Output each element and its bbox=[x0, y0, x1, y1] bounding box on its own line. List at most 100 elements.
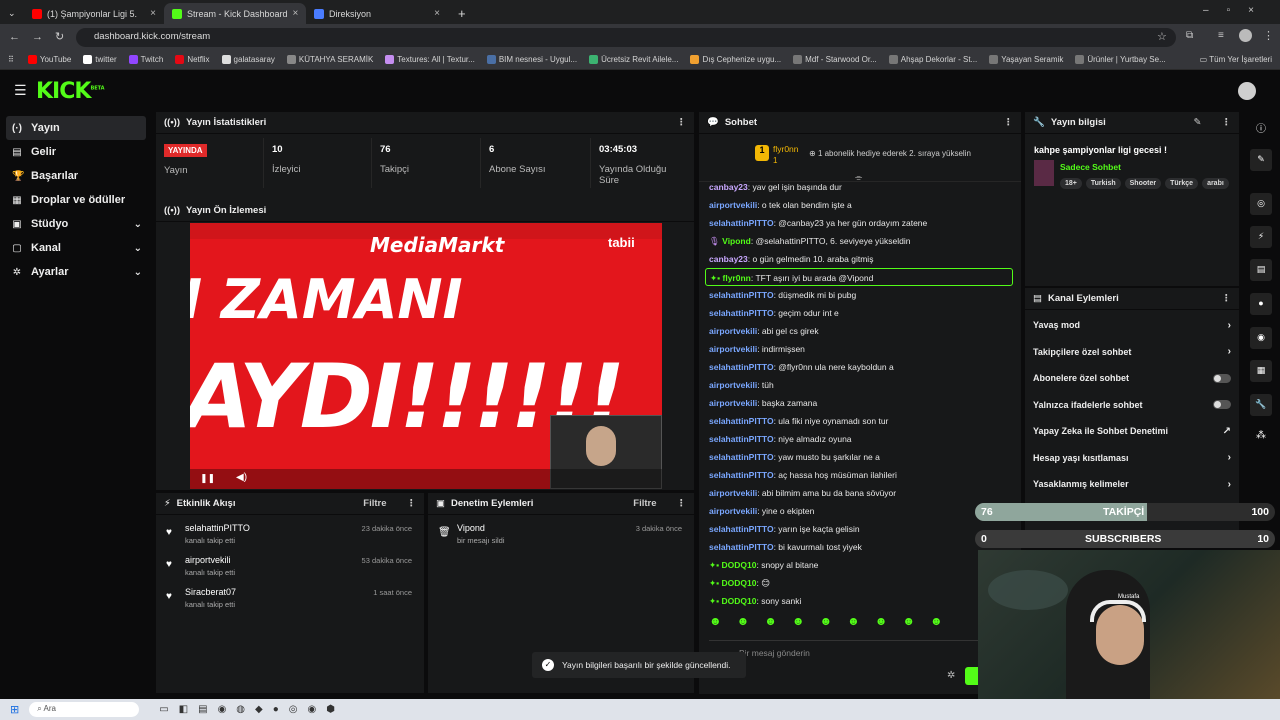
chat-username[interactable]: selahattinPITTO bbox=[709, 218, 774, 228]
chat-username[interactable]: DODQ10 bbox=[722, 560, 757, 570]
menu-icon[interactable]: ⋮ bbox=[1263, 29, 1274, 42]
chevron-down-icon[interactable]: ⌄ bbox=[134, 267, 142, 278]
chat-username[interactable]: selahattinPITTO bbox=[709, 362, 774, 372]
bookmark-item[interactable]: BIM nesnesi - Uygul... bbox=[486, 55, 577, 64]
sidebar-item-gelir[interactable]: ▤ Gelir bbox=[6, 140, 146, 164]
tab-list-button[interactable]: ⌄ bbox=[0, 3, 22, 24]
bookmark-item[interactable]: Ücretsiz Revit Ailele... bbox=[589, 55, 678, 64]
pause-icon[interactable]: ❚❚ bbox=[200, 473, 215, 484]
layers-icon[interactable]: ▦ bbox=[1250, 360, 1272, 382]
channel-action-row[interactable]: Hesap yaşı kısıtlaması › bbox=[1025, 445, 1239, 472]
gear-icon[interactable]: ✲ bbox=[947, 670, 955, 681]
bookmark-item[interactable]: twitter bbox=[83, 55, 117, 64]
chat-username[interactable]: selahattinPITTO bbox=[709, 308, 774, 318]
broadcast-icon[interactable]: ◉ bbox=[1250, 327, 1272, 349]
window-controls[interactable]: –▫× bbox=[1203, 5, 1272, 16]
apps-grid-icon[interactable]: ⠿ bbox=[8, 55, 14, 64]
windows-start-icon[interactable]: ⊞ bbox=[10, 703, 19, 716]
chat-username[interactable]: selahattinPITTO bbox=[709, 416, 774, 426]
volume-icon[interactable]: ◀) bbox=[236, 472, 247, 483]
stream-tag[interactable]: Turkish bbox=[1085, 178, 1121, 189]
user-avatar[interactable] bbox=[1238, 82, 1256, 100]
stream-tag[interactable]: 18+ bbox=[1060, 178, 1082, 189]
bolt-icon[interactable]: ⚡ bbox=[1250, 226, 1272, 248]
browser-tab-youtube[interactable]: (1) Şampiyonlar Ligi 5. Haft × bbox=[24, 3, 164, 24]
video-controls[interactable]: ❚❚ ◀) bbox=[190, 469, 662, 489]
sidebar-item-ayarlar[interactable]: ✲ Ayarlar ⌄ bbox=[6, 260, 146, 284]
chat-username[interactable]: selahattinPITTO bbox=[709, 470, 774, 480]
taskbar-apps[interactable]: ▭◧▤◉◍◆●◎◉⬢ bbox=[159, 704, 345, 715]
chat-input[interactable]: Bir mesaj gönderin bbox=[709, 640, 1013, 660]
close-icon[interactable]: × bbox=[434, 8, 440, 19]
channel-action-row[interactable]: Yapay Zeka ile Sohbet Denetimi ↗ bbox=[1025, 418, 1239, 445]
bookmark-item[interactable]: Mdf - Starwood Or... bbox=[793, 55, 877, 64]
channel-action-row[interactable]: Yalnızca ifadelerle sohbet bbox=[1025, 392, 1239, 419]
pencil-icon[interactable]: ✎ bbox=[1250, 149, 1272, 171]
nav-buttons[interactable]: ←→↻ bbox=[9, 30, 76, 43]
edit-icon[interactable]: ✎ bbox=[1194, 117, 1202, 128]
bookmark-item[interactable]: Yaşayan Seramik bbox=[989, 55, 1063, 64]
more-options-icon[interactable]: ⋮ bbox=[677, 117, 687, 128]
sidebar-item-droplar-ve-ödüller[interactable]: ▦ Droplar ve ödüller bbox=[6, 188, 146, 212]
chat-username[interactable]: airportvekili bbox=[709, 398, 757, 408]
chat-username[interactable]: selahattinPITTO bbox=[709, 434, 774, 444]
chat-username[interactable]: selahattinPITTO bbox=[709, 452, 774, 462]
chat-username[interactable]: selahattinPITTO bbox=[709, 524, 774, 534]
bookmark-item[interactable]: Twitch bbox=[128, 55, 163, 64]
chat-username[interactable]: Vipond bbox=[722, 236, 751, 246]
chat-username[interactable]: airportvekili bbox=[709, 344, 757, 354]
close-icon[interactable]: × bbox=[150, 8, 156, 19]
all-bookmarks[interactable]: ▭ Tüm Yer İşaretleri bbox=[1200, 55, 1272, 64]
apps-icon[interactable]: ⁂ bbox=[1256, 430, 1266, 441]
bookmark-item[interactable]: Ahşap Dekorlar - St... bbox=[888, 55, 977, 64]
chevron-down-icon[interactable]: ⌄ bbox=[134, 243, 142, 254]
more-options-icon[interactable]: ⋮ bbox=[1004, 117, 1014, 128]
chat-username[interactable]: DODQ10 bbox=[722, 596, 757, 606]
more-options-icon[interactable]: ⋮ bbox=[407, 498, 417, 509]
bookmark-item[interactable]: YouTube bbox=[27, 55, 71, 64]
info-icon[interactable]: ⓘ bbox=[1256, 120, 1266, 135]
taskbar-search[interactable]: ⌕ Ara bbox=[29, 702, 140, 717]
toggle-switch[interactable] bbox=[1213, 373, 1231, 383]
emote-bar[interactable]: ☻☻☻☻☻☻☻☻☻ bbox=[709, 614, 979, 634]
chat-username[interactable]: airportvekili bbox=[709, 326, 757, 336]
profile-avatar[interactable] bbox=[1239, 29, 1252, 42]
extensions-icon[interactable]: ⧉ bbox=[1186, 30, 1193, 41]
bookmark-item[interactable]: Ürünler | Yurtbay Se... bbox=[1075, 55, 1166, 64]
browser-tab-kick[interactable]: Stream - Kick Dashboard × bbox=[164, 3, 306, 24]
target-icon[interactable]: ◎ bbox=[1250, 193, 1272, 215]
browser-tab-direksiyon[interactable]: Direksiyon × bbox=[306, 3, 448, 24]
chat-username[interactable]: airportvekili bbox=[709, 380, 757, 390]
kick-logo[interactable]: KICKBETA bbox=[36, 79, 105, 104]
chat-username[interactable]: airportvekili bbox=[709, 200, 757, 210]
chat-username[interactable]: DODQ10 bbox=[722, 578, 757, 588]
chevron-down-icon[interactable]: ⌄ bbox=[134, 219, 142, 230]
close-icon[interactable]: × bbox=[293, 8, 299, 19]
bookmark-item[interactable]: Dış Cephenize uygu... bbox=[690, 55, 781, 64]
chat-username[interactable]: selahattinPITTO bbox=[709, 542, 774, 552]
stream-tag[interactable]: Türkçe bbox=[1165, 178, 1199, 189]
sidebar-item-yayın[interactable]: (·) Yayın bbox=[6, 116, 146, 140]
stream-tag[interactable]: arabı bbox=[1202, 178, 1229, 189]
chat-username[interactable]: canbay23 bbox=[709, 254, 748, 264]
document-icon[interactable]: ▤ bbox=[1250, 259, 1272, 281]
chat-username[interactable]: selahattinPITTO bbox=[709, 290, 774, 300]
chat-username[interactable]: flyr0nn bbox=[723, 273, 751, 283]
star-icon[interactable]: ☆ bbox=[1157, 30, 1167, 43]
category-name[interactable]: Sadece Sohbet bbox=[1060, 162, 1121, 172]
url-field[interactable]: dashboard.kick.com/stream bbox=[76, 28, 1176, 47]
bookmark-item[interactable]: galatasaray bbox=[221, 55, 275, 64]
channel-action-row[interactable]: Yavaş mod › bbox=[1025, 312, 1239, 339]
stream-tag[interactable]: Shooter bbox=[1124, 178, 1162, 189]
chat-username[interactable]: canbay23 bbox=[709, 182, 748, 192]
channel-action-row[interactable]: Abonelere özel sohbet bbox=[1025, 365, 1239, 392]
new-tab-button[interactable]: + bbox=[450, 3, 470, 24]
more-options-icon[interactable]: ⋮ bbox=[677, 498, 687, 509]
toggle-switch[interactable] bbox=[1213, 400, 1231, 410]
video-preview[interactable]: MediaMarkt tabii I ZAMANI AYDI!!!!!! ❚❚ … bbox=[190, 223, 662, 489]
channel-action-row[interactable]: Yasaklanmış kelimeler › bbox=[1025, 471, 1239, 498]
chat-bubble-icon[interactable]: ● bbox=[1250, 293, 1272, 315]
bookmark-item[interactable]: Netflix bbox=[175, 55, 210, 64]
filter-button[interactable]: Filtre bbox=[633, 498, 656, 509]
sidebar-item-stüdyo[interactable]: ▣ Stüdyo ⌄ bbox=[6, 212, 146, 236]
